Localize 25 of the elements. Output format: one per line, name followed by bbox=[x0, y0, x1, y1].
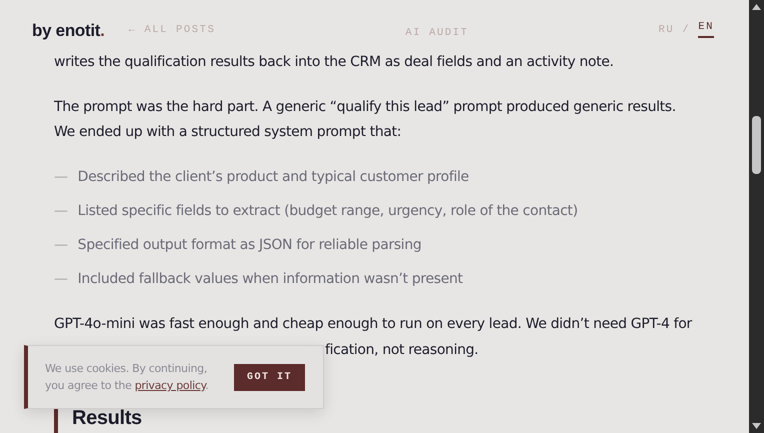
paragraph-line: The prompt was the hard part. A generic “qualify this lead” prompt produced generic results. bbox=[54, 98, 677, 116]
list-dash: — bbox=[54, 202, 68, 220]
list-item: Listed specific fields to extract (budget range, urgency, role of the contact) bbox=[78, 202, 578, 220]
section-title: AI AUDIT bbox=[405, 26, 469, 39]
language-link[interactable]: EN bbox=[698, 22, 714, 38]
scrollbar[interactable] bbox=[749, 0, 764, 433]
list-item: Described the client’s product and typical customer profile bbox=[78, 168, 469, 186]
list-dash: — bbox=[54, 270, 68, 288]
got-it-button[interactable]: GOT IT bbox=[234, 364, 305, 390]
list-item: Included fallback values when information wasn’t present bbox=[78, 270, 463, 288]
privacy-policy-link[interactable]: privacy policy bbox=[134, 379, 206, 392]
paragraph-line: writes the qualification results back into the CRM as deal fields and an activity note. bbox=[54, 53, 615, 72]
scroll-down-icon[interactable] bbox=[752, 423, 761, 429]
paragraph-line: fication, not reasoning. bbox=[325, 342, 478, 358]
paragraph-line: GPT-4o-mini was fast enough and cheap enough to run on every lead. We didn’t need GPT-4 for bbox=[54, 315, 694, 334]
paragraph-line: We ended up with a structured system prompt that: bbox=[54, 123, 402, 142]
section-heading: Results bbox=[72, 407, 142, 429]
list-item: Specified output format as JSON for reliable parsing bbox=[78, 236, 422, 254]
scrollbar-thumb[interactable] bbox=[752, 116, 761, 174]
list-dash: — bbox=[54, 168, 68, 186]
cookie-text: We use cookies. By continuing, you agree to the privacy policy. bbox=[45, 361, 210, 394]
scroll-up-icon[interactable] bbox=[752, 4, 761, 10]
language-separator: / bbox=[682, 24, 690, 36]
list-dash: — bbox=[54, 236, 68, 254]
brand-logo[interactable]: by enotit. bbox=[32, 22, 105, 38]
